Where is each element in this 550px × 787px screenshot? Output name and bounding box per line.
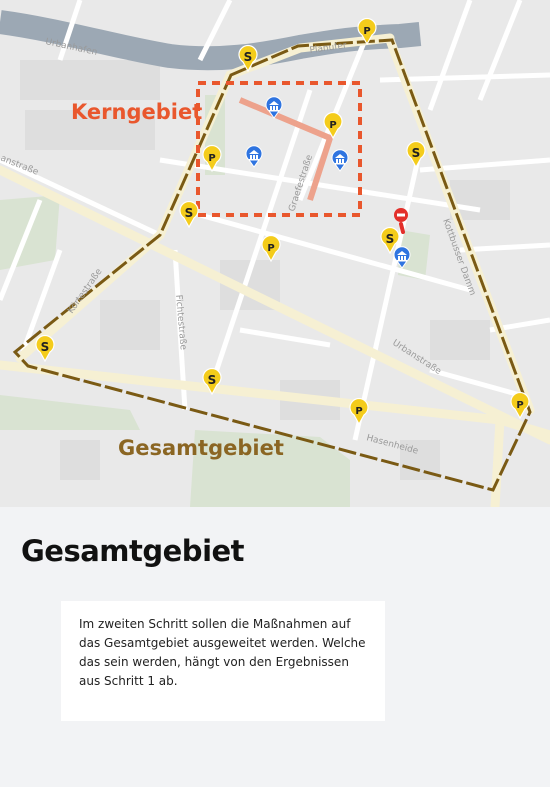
total-area-label: Gesamtgebiet (118, 436, 284, 460)
marker-label: S (244, 50, 253, 64)
marker-label: P (267, 243, 274, 254)
core-area-label: Kerngebiet (71, 100, 203, 124)
marker-label: P (363, 26, 370, 37)
info-card: Im zweiten Schritt sollen die Maßnahmen … (61, 601, 385, 721)
marker-label: S (412, 146, 421, 160)
marker-label: P (516, 400, 523, 411)
marker-label: P (208, 153, 215, 164)
marker-label: P (355, 406, 362, 417)
marker-label: S (208, 373, 217, 387)
section-title: Gesamtgebiet (21, 534, 245, 568)
marker-label: S (41, 340, 50, 354)
map[interactable]: Urbanhafen Planufer anstraße Urbanstraße… (0, 0, 550, 507)
map-canvas: Urbanhafen Planufer anstraße Urbanstraße… (0, 0, 550, 507)
marker-label: S (386, 232, 395, 246)
marker-label: S (185, 206, 194, 220)
marker-label: P (329, 120, 336, 131)
section-description: Im zweiten Schritt sollen die Maßnahmen … (79, 617, 366, 688)
